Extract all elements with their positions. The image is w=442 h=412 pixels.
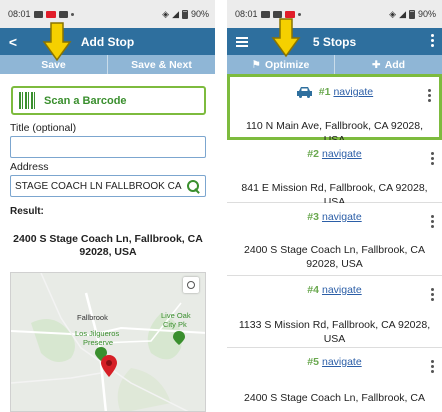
stop-header: #1 navigate: [230, 86, 439, 99]
title-field-label: Title (optional): [10, 122, 77, 134]
back-button[interactable]: <: [2, 34, 24, 50]
page-title: Add Stop: [80, 34, 135, 49]
barcode-icon: [19, 92, 36, 109]
stop-options-icon[interactable]: [431, 152, 434, 165]
notification-icon: [260, 10, 270, 18]
title-field[interactable]: [10, 136, 206, 158]
my-location-button[interactable]: [183, 277, 199, 293]
address-field[interactable]: STAGE COACH LN FALLBROOK CA: [10, 175, 206, 197]
stop-address-line2: USA: [323, 333, 346, 345]
more-notifications-icon: [297, 12, 301, 16]
stop-header: #3 navigate: [227, 211, 442, 223]
map-label-fallbrook: Fallbrook: [77, 313, 108, 322]
car-icon: [296, 87, 312, 99]
add-stop-button[interactable]: ✚ Add: [334, 55, 442, 74]
battery-percent: 90%: [190, 9, 209, 19]
stop-number: #3: [307, 211, 319, 223]
add-label: Add: [384, 58, 406, 71]
stops-list-screen: 08:01 ◈ ◢ 90% 5 Stops ⚑ Optimize ✚ Add #…: [227, 0, 442, 412]
stop-item[interactable]: #3 navigate 2400 S Stage Coach Ln, Fallbr…: [227, 203, 442, 276]
stop-address: 2400 S Stage Coach Ln, Fallbrook, CA 920…: [231, 243, 438, 271]
stop-number: #2: [307, 148, 319, 160]
map-label-preserve-2: Preserve: [83, 338, 114, 347]
stop-options-icon[interactable]: [428, 89, 431, 102]
wifi-icon: ◈: [389, 8, 397, 19]
scan-barcode-button[interactable]: Scan a Barcode: [11, 86, 206, 115]
map-label-park-2: City Pk: [163, 320, 187, 329]
flag-icon: ⚑: [251, 58, 262, 71]
scan-barcode-label: Scan a Barcode: [44, 94, 127, 107]
arrow-down-icon: [271, 18, 301, 58]
plus-icon: ✚: [371, 58, 381, 71]
address-field-value: STAGE COACH LN FALLBROOK CA: [15, 180, 182, 192]
status-bar: 08:01 ◈ ◢ 90%: [0, 0, 215, 28]
status-time: 08:01: [8, 9, 31, 19]
navigate-link[interactable]: navigate: [322, 211, 362, 223]
app-header: 5 Stops: [227, 28, 442, 55]
status-bar: 08:01 ◈ ◢ 90%: [227, 0, 442, 28]
result-label: Result:: [10, 206, 44, 217]
result-address-line2: 92028, USA: [79, 246, 137, 258]
notification-icon: [33, 10, 43, 18]
arrow-down-icon: [42, 22, 72, 62]
result-address: 2400 S Stage Coach Ln, Fallbrook, CA 920…: [10, 233, 206, 259]
stop-item[interactable]: #5 navigate 2400 S Stage Coach Ln, Fallbr…: [227, 348, 442, 412]
stop-item[interactable]: #2 navigate 841 E Mission Rd, Fallbrook, …: [227, 140, 442, 208]
map-label-preserve-1: Los Jilgueros: [75, 329, 120, 338]
navigate-link[interactable]: navigate: [322, 148, 362, 160]
result-address-line1: 2400 S Stage Coach Ln, Fallbrook, CA: [13, 233, 203, 245]
save-next-button[interactable]: Save & Next: [107, 55, 215, 74]
stop-address-line2: 92028, USA: [306, 258, 363, 270]
battery-icon: [408, 9, 415, 19]
save-next-label: Save & Next: [131, 58, 192, 71]
page-title: 5 Stops: [312, 34, 357, 49]
optimize-label: Optimize: [265, 58, 310, 71]
stop-options-icon[interactable]: [431, 360, 434, 373]
stop-header: #5 navigate: [227, 356, 442, 368]
app-header: < Add Stop: [0, 28, 215, 55]
stop-header: #4 navigate: [227, 284, 442, 296]
stop-address: 2400 S Stage Coach Ln, Fallbrook, CA: [244, 392, 425, 404]
hamburger-menu-icon[interactable]: [229, 36, 255, 47]
notification-icon: [58, 10, 68, 18]
stop-item[interactable]: #4 navigate 1133 S Mission Rd, Fallbrook,…: [227, 276, 442, 348]
navigate-link[interactable]: navigate: [333, 86, 373, 98]
wifi-icon: ◈: [162, 8, 170, 19]
stop-address-line1: 1133 S Mission Rd, Fallbrook, CA 92028,: [238, 319, 431, 331]
map-view[interactable]: Fallbrook Los Jilgueros Preserve Live Oa…: [10, 272, 206, 412]
stop-options-icon[interactable]: [431, 288, 434, 301]
park-marker-icon: [173, 331, 185, 345]
stop-number: #1: [318, 86, 331, 98]
stop-header: #2 navigate: [227, 148, 442, 160]
navigate-link[interactable]: navigate: [322, 284, 362, 296]
action-bar: ⚑ Optimize ✚ Add: [227, 55, 442, 74]
youtube-icon: [45, 10, 56, 18]
more-notifications-icon: [70, 12, 74, 16]
crosshair-icon: [187, 281, 195, 289]
signal-icon: ◢: [399, 8, 406, 19]
stop-options-icon[interactable]: [431, 215, 434, 228]
status-time: 08:01: [235, 9, 258, 19]
stop-number: #4: [307, 284, 319, 296]
navigate-link[interactable]: navigate: [322, 356, 362, 368]
add-stop-screen: 08:01 ◈ ◢ 90% < Add Stop Save Save & Nex…: [0, 0, 215, 412]
stop-address: 1133 S Mission Rd, Fallbrook, CA 92028, …: [231, 318, 438, 346]
address-field-label: Address: [10, 161, 49, 173]
signal-icon: ◢: [172, 8, 179, 19]
battery-icon: [181, 9, 188, 19]
map-label-park-1: Live Oak: [161, 311, 191, 320]
stop-address-line1: 2400 S Stage Coach Ln, Fallbrook, CA: [244, 244, 425, 256]
action-bar: Save Save & Next: [0, 55, 215, 74]
battery-percent: 90%: [417, 9, 436, 19]
stop-number: #5: [307, 356, 319, 368]
youtube-icon: [284, 10, 295, 18]
stop-item[interactable]: #1 navigate 110 N Main Ave, Fallbrook, CA…: [227, 74, 442, 146]
search-icon[interactable]: [186, 179, 201, 194]
notification-icon: [272, 10, 282, 18]
more-options-icon[interactable]: [430, 34, 434, 47]
location-pin-icon[interactable]: [101, 355, 117, 377]
